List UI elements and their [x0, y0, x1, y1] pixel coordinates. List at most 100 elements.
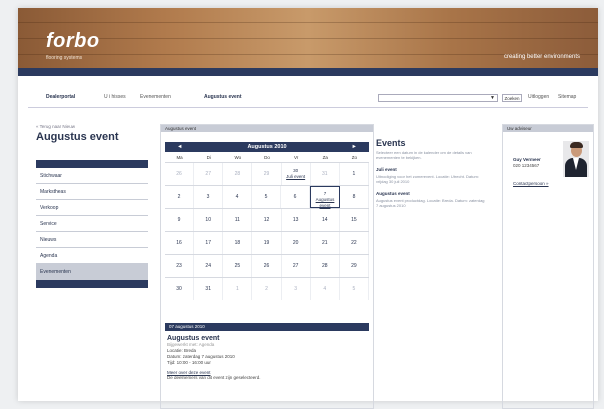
event-detail: Augustus event Bijgewerkt met: Agenda Lo…	[167, 335, 367, 381]
weekday-label: Za	[322, 155, 328, 160]
event-item-title[interactable]: Augustus event	[376, 191, 486, 196]
next-month-icon[interactable]: ►	[352, 142, 357, 152]
calendar-day[interactable]: 2	[252, 278, 282, 300]
sidebar-item-active[interactable]: Evenementen	[36, 264, 148, 280]
calendar-day[interactable]: 2	[165, 186, 194, 208]
calendar-week: 26 27 28 29 30 Juli event 31 1	[165, 162, 369, 185]
nav-crumb-2[interactable]: Evenementen	[140, 94, 171, 100]
calendar-day[interactable]: 21	[311, 232, 340, 254]
weekday-label: Do	[264, 155, 270, 160]
weekday-label: Ma	[176, 155, 183, 160]
logout-link[interactable]: Uitloggen	[528, 94, 549, 100]
sidebar-item[interactable]: Service	[36, 216, 148, 232]
top-navigation: Dealerportal U i hisses Evenementen Augu…	[18, 94, 598, 106]
calendar-day[interactable]: 5	[252, 186, 281, 208]
search-button[interactable]: Zoeken	[502, 94, 522, 102]
logo[interactable]: forbo	[46, 30, 100, 53]
calendar-day[interactable]: 10	[194, 209, 224, 231]
calendar-day[interactable]: 28	[223, 163, 253, 185]
calendar-day[interactable]: 12	[252, 209, 282, 231]
calendar-day[interactable]: 18	[223, 232, 253, 254]
calendar-day[interactable]: 26	[165, 163, 195, 185]
sidebar-item[interactable]: Verkoop	[36, 200, 148, 216]
calendar-day[interactable]: 5	[340, 278, 369, 300]
events-intro: Selecteer een datum in de kalender om de…	[376, 150, 472, 160]
sidebar-item[interactable]: Stichwaar	[36, 168, 148, 184]
calendar-day[interactable]: 6	[281, 186, 310, 208]
sidebar-item[interactable]: Nieuws	[36, 232, 148, 248]
calendar-day[interactable]: 16	[165, 232, 195, 254]
calendar-day[interactable]: 8	[340, 186, 369, 208]
calendar-day[interactable]: 28	[311, 255, 340, 277]
calendar-day[interactable]: 13	[282, 209, 311, 231]
calendar-day[interactable]: 31	[194, 278, 224, 300]
nav-crumb-1[interactable]: U i hisses	[104, 94, 126, 100]
sitemap-link[interactable]: Sitemap	[558, 94, 576, 100]
page-title: Augustus event	[36, 131, 119, 143]
calendar-day[interactable]: 23	[165, 255, 195, 277]
calendar-event-link[interactable]: Juli event	[282, 174, 310, 180]
calendar-week: 23 24 25 26 27 28 29	[165, 254, 369, 277]
calendar-week: 30 31 1 2 3 4 5	[165, 277, 369, 300]
calendar-header: Augustus 2010 ◄ ►	[165, 142, 369, 152]
calendar-day[interactable]: 27	[282, 255, 311, 277]
calendar-day[interactable]: 14	[311, 209, 340, 231]
contact-phone: 020 1234567	[513, 163, 540, 168]
calendar-day[interactable]: 11	[223, 209, 253, 231]
sidebar-menu: Stichwaar Markstheas Verkoop Service Nie…	[36, 160, 148, 288]
divider	[28, 107, 588, 108]
calendar-day[interactable]: 27	[194, 163, 224, 185]
calendar-day[interactable]: 4	[311, 278, 340, 300]
back-link[interactable]: « Terug naar Nieuw	[36, 124, 75, 129]
nav-portal-link[interactable]: Dealerportal	[46, 94, 75, 100]
calendar-day[interactable]: 1	[223, 278, 253, 300]
sidebar-header-bar	[36, 160, 148, 168]
calendar-day[interactable]: 19	[252, 232, 282, 254]
event-item-text: Uitnodiging voor het zomerevent. Locatie…	[376, 174, 479, 184]
calendar-column-head: Augustus event	[161, 125, 373, 132]
calendar-panel: Augustus event Augustus 2010 ◄ ► Ma Di W…	[160, 124, 374, 409]
nav-crumb-current: Augustus event	[204, 94, 242, 100]
calendar-day-event[interactable]: 30 Juli event	[282, 163, 311, 185]
calendar-day[interactable]: 9	[165, 209, 195, 231]
weekday-label: Vr	[293, 155, 299, 160]
calendar-event-link[interactable]: Augustus event	[311, 197, 339, 209]
event-item-title[interactable]: Juli event	[376, 167, 486, 172]
sidebar-item[interactable]: Markstheas	[36, 184, 148, 200]
event-detail-time: Tijd: 10:00 - 16:00 uur	[167, 360, 211, 365]
calendar-day[interactable]: 22	[340, 232, 369, 254]
calendar-day[interactable]: 1	[340, 163, 369, 185]
calendar-week: 9 10 11 12 13 14 15	[165, 208, 369, 231]
calendar-day[interactable]: 25	[223, 255, 253, 277]
search-select[interactable]: ▼	[378, 94, 498, 102]
calendar-day[interactable]: 29	[340, 255, 369, 277]
calendar-day[interactable]: 15	[340, 209, 369, 231]
calendar-day[interactable]: 3	[194, 186, 223, 208]
events-panel: Events Selecteer een datum in de kalende…	[376, 138, 486, 208]
sidebar-item[interactable]: Agenda	[36, 248, 148, 264]
calendar-month: Augustus 2010	[247, 144, 287, 150]
calendar-grid: Ma Di Wo Do Vr Za Zo 26 27 28 29 30 Juli…	[165, 153, 369, 300]
event-detail-more: De deelnemers van dit event zijn geselec…	[167, 375, 261, 380]
calendar-day[interactable]: 24	[194, 255, 224, 277]
chevron-down-icon: ▼	[490, 95, 495, 101]
calendar-day[interactable]: 26	[252, 255, 282, 277]
calendar-day[interactable]: 4	[223, 186, 252, 208]
tagline: creating better environments	[503, 54, 580, 60]
main-nav-bar	[18, 68, 598, 76]
calendar-day[interactable]: 29	[252, 163, 282, 185]
calendar-day[interactable]: 20	[282, 232, 311, 254]
weekday-row: Ma Di Wo Do Vr Za Zo	[165, 153, 369, 162]
contact-panel: Uw adviseur Guy Vermeer 020 1234567 Cont…	[502, 124, 594, 409]
contact-link[interactable]: Contactpersoon »	[513, 181, 549, 186]
logo-subtitle: flooring systems	[46, 55, 83, 61]
event-detail-head: 07 augustus 2010	[165, 323, 369, 331]
calendar-day[interactable]: 31	[311, 163, 340, 185]
prev-month-icon[interactable]: ◄	[177, 142, 182, 152]
event-detail-title: Augustus event	[167, 335, 220, 342]
calendar-day-selected[interactable]: 7 Augustus event	[310, 186, 340, 208]
calendar-day[interactable]: 30	[165, 278, 195, 300]
calendar-day[interactable]: 17	[194, 232, 224, 254]
contact-name: Guy Vermeer	[513, 157, 541, 162]
calendar-day[interactable]: 3	[282, 278, 311, 300]
